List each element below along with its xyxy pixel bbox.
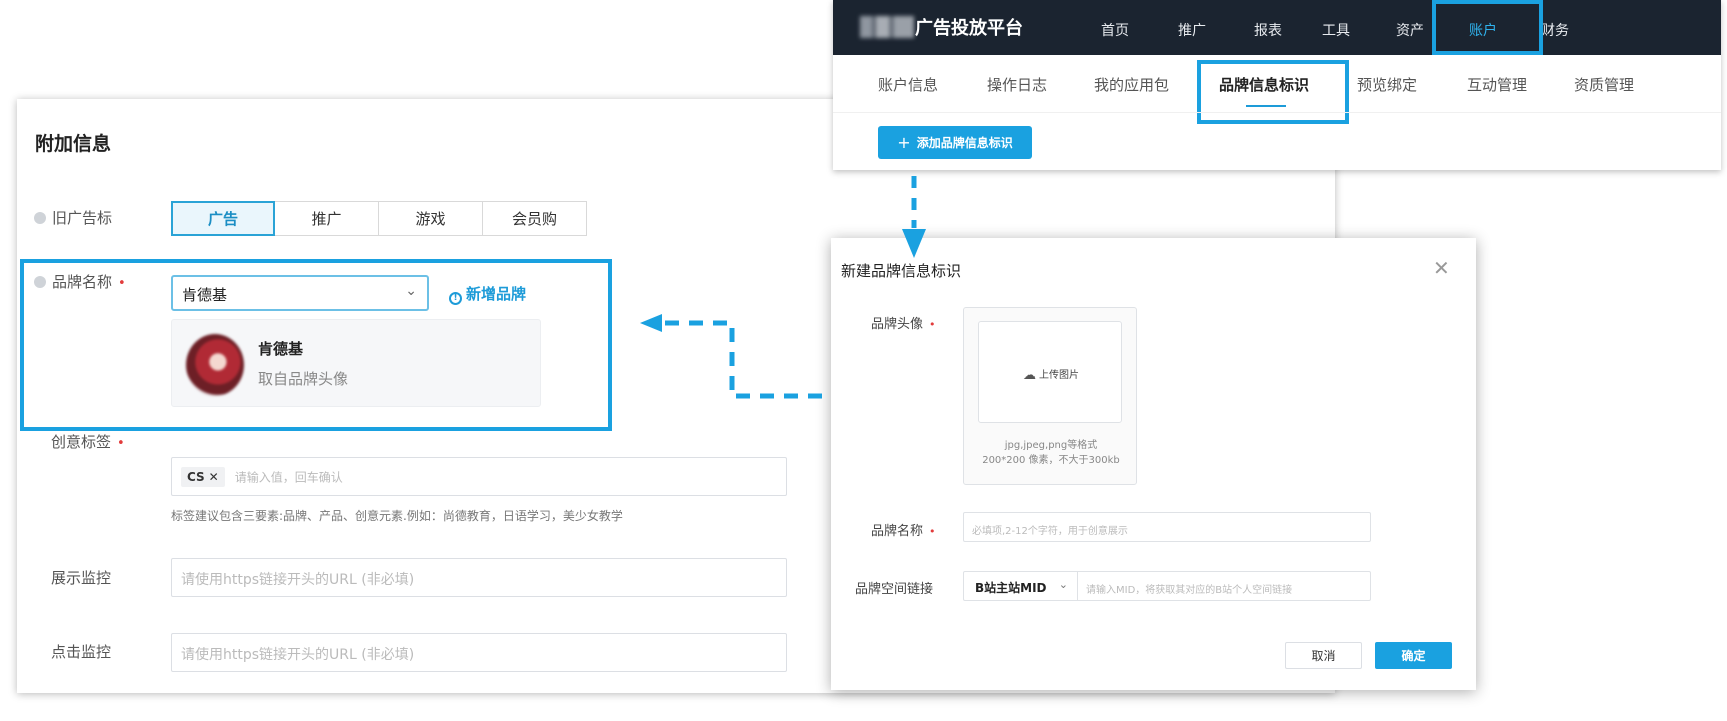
brand-select-value: 肯德基: [182, 286, 228, 304]
brand-select[interactable]: 肯德基 ⌄: [171, 275, 429, 311]
tab-preview-binding[interactable]: 预览绑定: [1357, 74, 1417, 95]
modal-brand-name-placeholder: 必填项,2-12个字符，用于创意展示: [972, 526, 1128, 537]
panel-title: 附加信息: [35, 133, 112, 155]
creative-tag-input[interactable]: CS ✕ 请输入值，回车确认: [171, 457, 787, 496]
creative-tag-placeholder: 请输入值，回车确认: [234, 470, 343, 485]
sub-tab-divider: [833, 112, 1721, 113]
nav-assets[interactable]: 资产: [1396, 20, 1424, 40]
old-ad-label: 旧广告标: [52, 209, 113, 227]
question-icon[interactable]: [34, 276, 46, 288]
nav-home[interactable]: 首页: [1101, 20, 1129, 40]
segment-member-shop[interactable]: 会员购: [483, 201, 587, 236]
modal-brand-name-input[interactable]: 必填项,2-12个字符，用于创意展示: [963, 512, 1371, 542]
ad-type-segment: 广告 推广 游戏 会员购: [171, 201, 587, 236]
segment-game[interactable]: 游戏: [379, 201, 483, 236]
nav-tools[interactable]: 工具: [1322, 20, 1350, 40]
tab-account-info[interactable]: 账户信息: [878, 74, 938, 95]
avatar-upload-area: ☁ 上传图片 jpg,jpeg,png等格式 200*200 像素，不大于300k…: [963, 307, 1137, 485]
required-mark: •: [117, 436, 125, 451]
tab-my-app-package[interactable]: 我的应用包: [1094, 74, 1169, 95]
brand-name-row: 品牌名称 •: [34, 271, 126, 292]
screenshot-stage: 附加信息 旧广告标 广告 推广 游戏 会员购 品牌名称 • 肯德基 ⌄ ! 新增品牌…: [0, 0, 1727, 721]
question-icon[interactable]: [34, 212, 46, 224]
required-mark: •: [929, 525, 936, 538]
nav-reports[interactable]: 报表: [1254, 20, 1282, 40]
required-mark: •: [929, 318, 936, 331]
brand-avatar-label-row: 品牌头像 •: [871, 313, 936, 332]
cloud-upload-icon: ☁: [1023, 368, 1036, 383]
space-link-type-value: B站主站MID: [975, 581, 1047, 595]
platform-title: 广告投放平台: [915, 18, 1023, 39]
click-monitor-placeholder: 请使用https链接开头的URL (非必填): [181, 647, 415, 663]
cancel-button[interactable]: 取消: [1285, 642, 1362, 669]
tab-highlight-box: [1197, 60, 1349, 124]
modal-brand-name-label: 品牌名称: [871, 524, 924, 539]
modal-title: 新建品牌信息标识: [841, 262, 962, 280]
chevron-down-icon: ⌄: [405, 283, 417, 299]
creative-tag-label: 创意标签: [51, 433, 112, 451]
display-monitor-placeholder: 请使用https链接开头的URL (非必填): [181, 572, 415, 588]
nav-promotion[interactable]: 推广: [1178, 20, 1206, 40]
brand-avatar-label: 品牌头像: [871, 317, 924, 332]
brand-space-link-label: 品牌空间链接: [855, 582, 934, 597]
display-monitor-input[interactable]: 请使用https链接开头的URL (非必填): [171, 558, 787, 597]
segment-promo[interactable]: 推广: [275, 201, 379, 236]
brand-preview-card: 肯德基 取自品牌头像: [171, 319, 541, 407]
plus-icon: +: [897, 133, 911, 152]
upload-size-hint: 200*200 像素，不大于300kb: [982, 455, 1120, 466]
chevron-down-icon: ⌄: [1058, 578, 1068, 591]
segment-ad[interactable]: 广告: [171, 201, 275, 236]
confirm-button[interactable]: 确定: [1375, 642, 1452, 669]
display-monitor-label: 展示监控: [51, 569, 112, 587]
platform-logo: [860, 16, 914, 38]
close-icon[interactable]: ✕: [1433, 256, 1450, 280]
nav-finance[interactable]: 财务: [1541, 20, 1569, 40]
brand-avatar: [186, 334, 244, 396]
tab-operation-log[interactable]: 操作日志: [987, 74, 1047, 95]
close-icon[interactable]: ✕: [209, 470, 219, 484]
brand-name-label: 品牌名称: [52, 273, 113, 291]
tab-qualification-management[interactable]: 资质管理: [1574, 74, 1634, 95]
upload-image-button[interactable]: ☁ 上传图片: [978, 321, 1122, 423]
add-brand-identity-button[interactable]: + 添加品牌信息标识: [878, 126, 1032, 159]
modal-brand-name-label-row: 品牌名称 •: [871, 520, 936, 539]
tab-interaction-management[interactable]: 互动管理: [1467, 74, 1527, 95]
brand-card-name: 肯德基: [258, 340, 304, 358]
space-link-type-select[interactable]: B站主站MID ⌄: [964, 572, 1078, 600]
top-nav-bar: 广告投放平台 首页 推广 报表 工具 资产 账户 财务: [833, 0, 1721, 55]
brand-card-subtitle: 取自品牌头像: [258, 370, 349, 388]
new-brand-text: 新增品牌: [466, 285, 527, 303]
upload-text: 上传图片: [1039, 370, 1079, 381]
new-brand-link[interactable]: ! 新增品牌: [449, 283, 526, 305]
creative-tag-hint: 标签建议包含三要素:品牌、产品、创意元素.例如：尚德教育，日语学习，美少女教学: [171, 509, 623, 523]
brand-space-link-field: B站主站MID ⌄ 请输入MID，将获取其对应的B站个人空间链接: [963, 571, 1371, 601]
platform-header-window: 广告投放平台 首页 推广 报表 工具 资产 账户 财务 账户信息 操作日志 我的…: [833, 0, 1721, 170]
upload-format-hint: jpg,jpeg,png等格式: [1004, 440, 1098, 451]
space-link-placeholder: 请输入MID，将获取其对应的B站个人空间链接: [1086, 585, 1293, 596]
click-monitor-label: 点击监控: [51, 643, 112, 661]
old-ad-label-row: 旧广告标: [34, 207, 112, 228]
new-brand-identity-modal: 新建品牌信息标识 ✕ 品牌头像 • ☁ 上传图片 jpg,jpeg,png等格式 2…: [831, 238, 1476, 690]
info-icon: !: [449, 292, 462, 305]
space-link-mid-input[interactable]: 请输入MID，将获取其对应的B站个人空间链接: [1086, 581, 1292, 596]
creative-tag-row: 创意标签 •: [51, 431, 125, 452]
click-monitor-input[interactable]: 请使用https链接开头的URL (非必填): [171, 633, 787, 672]
creative-tag-chip[interactable]: CS ✕: [181, 467, 225, 487]
required-mark: •: [118, 276, 126, 291]
nav-highlight-box: [1432, 0, 1543, 55]
